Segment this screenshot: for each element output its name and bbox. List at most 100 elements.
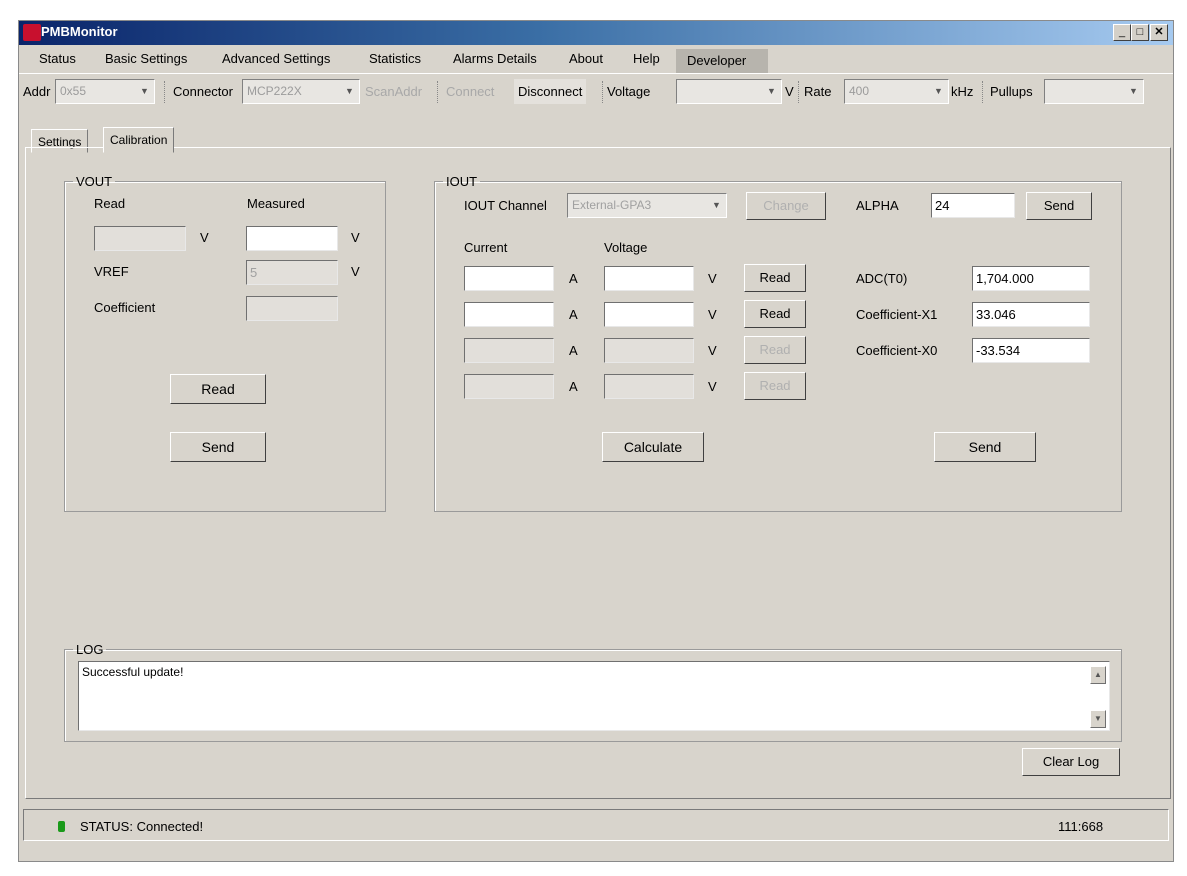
chevron-down-icon: ▼ [934, 86, 943, 96]
vout-send-button-label: Send [201, 439, 235, 455]
vout-read-field[interactable] [94, 226, 186, 251]
voltage-label: Voltage [607, 84, 651, 99]
menu-advanced-settings[interactable]: Advanced Settings [222, 51, 330, 66]
iout-legend: IOUT [446, 174, 478, 189]
vout-read-unit: V [200, 230, 209, 245]
addr-label: Addr [23, 84, 51, 99]
status-counter: 111:668 [1058, 819, 1104, 834]
log-textarea[interactable]: Successful update! [78, 661, 1110, 731]
adc-field[interactable]: 1,704.000 [972, 266, 1090, 291]
minimize-icon[interactable]: _ [1113, 24, 1131, 41]
menu-help[interactable]: Help [633, 51, 660, 66]
scroll-up-icon[interactable]: ▲ [1090, 666, 1106, 684]
vref-unit: V [351, 264, 360, 279]
disconnect-button[interactable]: Disconnect [514, 79, 587, 104]
iout-read-button-1[interactable]: Read [744, 264, 806, 292]
menu-status[interactable]: Status [39, 51, 76, 66]
voltage-select[interactable]: ▼ [676, 79, 782, 104]
menu-developer[interactable]: Developer [676, 49, 768, 73]
voltage-unit: V [708, 379, 717, 394]
coefficient-x0-value: -33.534 [976, 343, 1021, 358]
vout-read-header: Read [94, 196, 126, 211]
vout-measured-header: Measured [247, 196, 305, 211]
menu-alarms-details[interactable]: Alarms Details [453, 51, 537, 66]
current-field-2[interactable] [464, 302, 554, 327]
scanaddr-button[interactable]: ScanAddr [361, 79, 426, 104]
current-field-3[interactable] [464, 338, 554, 363]
connector-select[interactable]: MCP222X ▼ [242, 79, 360, 104]
rate-value: 400 [849, 84, 870, 98]
rate-unit: kHz [951, 84, 974, 99]
title-bar[interactable]: PMBMonitor _ □ ✕ [19, 21, 1173, 45]
maximize-icon[interactable]: □ [1131, 24, 1149, 41]
read-button-label: Read [759, 306, 791, 321]
rate-select[interactable]: 400 ▼ [844, 79, 949, 104]
iout-send-button[interactable]: Send [934, 432, 1036, 462]
vref-field[interactable]: 5 [246, 260, 338, 285]
calibration-panel: VOUT Read Measured V V VREF 5 V Coeffici… [25, 147, 1171, 799]
change-button-label: Change [763, 198, 809, 213]
voltage-field-4[interactable] [604, 374, 694, 399]
menu-statistics[interactable]: Statistics [369, 51, 421, 66]
toolbar-separator [602, 81, 603, 103]
alpha-send-button-label: Send [1043, 198, 1075, 213]
clear-log-button[interactable]: Clear Log [1022, 748, 1120, 776]
addr-select[interactable]: 0x55 ▼ [55, 79, 155, 104]
connector-value: MCP222X [247, 84, 302, 98]
chevron-down-icon: ▼ [712, 200, 721, 210]
app-logo-icon [23, 24, 41, 41]
current-unit: A [569, 343, 578, 358]
chevron-down-icon: ▼ [140, 86, 149, 96]
current-field-4[interactable] [464, 374, 554, 399]
iout-read-button-4[interactable]: Read [744, 372, 806, 400]
close-icon[interactable]: ✕ [1150, 24, 1168, 41]
voltage-field-3[interactable] [604, 338, 694, 363]
vout-read-button[interactable]: Read [170, 374, 266, 404]
coefficient-label: Coefficient [94, 300, 156, 315]
vout-send-button[interactable]: Send [170, 432, 266, 462]
current-unit: A [569, 379, 578, 394]
scroll-down-icon[interactable]: ▼ [1090, 710, 1106, 728]
current-unit: A [569, 307, 578, 322]
calculate-button[interactable]: Calculate [602, 432, 704, 462]
iout-send-button-label: Send [968, 439, 1002, 455]
chevron-down-icon: ▼ [345, 86, 354, 96]
chevron-down-icon: ▼ [767, 86, 776, 96]
pullups-select[interactable]: ▼ [1044, 79, 1144, 104]
current-header: Current [464, 240, 508, 255]
alpha-field[interactable]: 24 [931, 193, 1015, 218]
menu-about[interactable]: About [569, 51, 603, 66]
log-text: Successful update! [82, 665, 184, 679]
change-button[interactable]: Change [746, 192, 826, 220]
vout-measured-unit: V [351, 230, 360, 245]
tab-calibration-label: Calibration [110, 133, 168, 147]
status-led-icon [58, 821, 65, 832]
alpha-label: ALPHA [856, 198, 899, 213]
voltage-unit: V [708, 307, 717, 322]
vref-value: 5 [250, 265, 258, 280]
toolbar-separator [437, 81, 438, 103]
voltage-field-1[interactable] [604, 266, 694, 291]
current-field-1[interactable] [464, 266, 554, 291]
alpha-send-button[interactable]: Send [1026, 192, 1092, 220]
menu-basic-settings[interactable]: Basic Settings [105, 51, 187, 66]
voltage-unit: V [785, 84, 794, 99]
status-bar: STATUS: Connected! 111:668 [23, 809, 1169, 841]
vout-measured-field[interactable] [246, 226, 338, 251]
coefficient-x0-field[interactable]: -33.534 [972, 338, 1090, 363]
vref-label: VREF [94, 264, 129, 279]
toolbar-separator [982, 81, 983, 103]
iout-channel-select[interactable]: External-GPA3 ▼ [567, 193, 727, 218]
coefficient-x1-field[interactable]: 33.046 [972, 302, 1090, 327]
adc-value: 1,704.000 [976, 271, 1034, 286]
connector-label: Connector [173, 84, 233, 99]
tab-calibration[interactable]: Calibration [103, 127, 175, 153]
iout-read-button-3[interactable]: Read [744, 336, 806, 364]
voltage-field-2[interactable] [604, 302, 694, 327]
toolbar-separator [164, 81, 165, 103]
coefficient-field[interactable] [246, 296, 338, 321]
connect-button[interactable]: Connect [442, 79, 498, 104]
calculate-button-label: Calculate [623, 439, 683, 455]
read-button-label: Read [759, 270, 791, 285]
iout-read-button-2[interactable]: Read [744, 300, 806, 328]
